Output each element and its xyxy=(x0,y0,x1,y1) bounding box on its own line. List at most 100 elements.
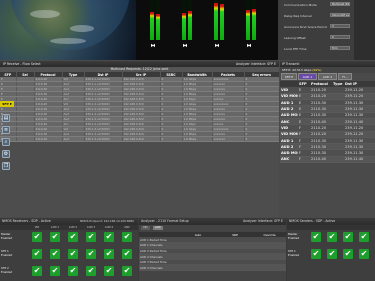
tab-more[interactable]: Fl... xyxy=(338,73,352,80)
check-icon[interactable]: ✔ xyxy=(50,232,60,242)
channel-label: AUD 3 xyxy=(86,226,96,229)
phase-icon: ⧓ xyxy=(150,43,156,49)
ip-transmit-panel: IP Transmit SFP E: 22.513 Gbps (99%) SFP… xyxy=(280,61,375,217)
nmos-senders-panel: NMOS Senders - SDP - Active Master Enabl… xyxy=(287,218,375,281)
table-row[interactable]: E2110-30Aud239.1.3.xx(5000)192.168.0.4(0… xyxy=(0,136,279,143)
setting-value[interactable]: Using GM value xyxy=(330,13,350,17)
meter-bar xyxy=(150,0,154,40)
format-setup-panel: Analyzer - 2110 Format Setup Analyzer In… xyxy=(139,218,286,281)
check-icon[interactable]: ✔ xyxy=(68,249,78,259)
row-label: STP 1 Enabled xyxy=(288,249,300,257)
meter-bar xyxy=(252,0,256,40)
table-cell: 2110-30 xyxy=(34,136,63,143)
format-table: Auto SDP Override AUD 1 Packet Time AUD 1… xyxy=(139,232,286,272)
check-icon[interactable]: ✔ xyxy=(50,266,60,276)
format-table-wrap: Auto SDP Override AUD 1 Packet Time AUD 1… xyxy=(139,232,286,272)
check-icon[interactable]: ✔ xyxy=(343,249,353,259)
check-icon[interactable]: ✔ xyxy=(32,266,42,276)
panel-title: NMOS Receivers - SDP - Active xyxy=(2,219,51,223)
phase-icon: ⧓ xyxy=(214,43,220,49)
table-cell xyxy=(16,136,35,143)
flow-table: SFP Sel Protocol Type Dst IP Src IP SSRC… xyxy=(0,72,279,143)
row-label: STP 2 Enabled xyxy=(1,266,13,274)
setting-label: Communication Mode xyxy=(284,3,317,7)
check-icon[interactable]: ✔ xyxy=(104,266,114,276)
format-table-body: AUD 1 Packet Time AUD 1 Channels AUD 2 Pac… xyxy=(139,237,286,272)
table-cell: ANC xyxy=(280,156,298,164)
audio-meters: ⧓ ⧓ ⧓ ⧓ xyxy=(136,0,278,60)
tab-sfp-e[interactable]: SFP E xyxy=(281,73,297,80)
table-cell: xxxxxxx xyxy=(212,136,245,143)
setting-value[interactable]: 0 xyxy=(330,35,350,39)
table-cell: 0 xyxy=(244,136,279,143)
check-icon[interactable]: ✔ xyxy=(343,232,353,242)
table-cell: 2110-40 xyxy=(310,156,332,164)
check-icon[interactable]: ✔ xyxy=(104,249,114,259)
check-icon[interactable]: ✔ xyxy=(311,232,321,242)
panel-title: IP Receive - Flow Select xyxy=(3,62,41,66)
check-icon[interactable]: ✔ xyxy=(122,232,132,242)
check-icon[interactable]: ✔ xyxy=(327,249,337,259)
setting-value[interactable]: Tom xyxy=(330,46,350,50)
channel-label: ANC xyxy=(124,226,130,229)
bandwidth-text: SFP E: 22.513 Gbps xyxy=(282,68,312,72)
table-cell: F xyxy=(298,156,310,164)
meter-bar xyxy=(220,0,224,40)
table-cell: 0 xyxy=(160,136,183,143)
check-icon[interactable]: ✔ xyxy=(68,232,78,242)
check-icon[interactable]: ✔ xyxy=(86,266,96,276)
stp1-enabled-row: STP 1 Enabled ✔ ✔ ✔ ✔ xyxy=(287,248,375,261)
transmit-table-wrap: SFP Protocol Type Dst IP VID E 2110-20 239.… xyxy=(280,81,375,164)
check-icon[interactable]: ✔ xyxy=(359,249,369,259)
panel-header: NMOS Receivers - SDP - Active NMOS Endpo… xyxy=(0,218,138,225)
channel-label: AUD 1 xyxy=(50,226,60,229)
stp1-enabled-row: STP 1 Enabled ✔ ✔ ✔ ✔ ✔ ✔ xyxy=(0,248,138,261)
flow-select-panel: IP Receive - Flow Select Analyzer Interf… xyxy=(0,61,279,217)
interface-label: Analyzer Interface: SFP E xyxy=(242,219,283,223)
master-enabled-row: Master Enabled ✔ ✔ ✔ ✔ ✔ ✔ xyxy=(0,231,138,244)
setting-label: Local PTP Time xyxy=(284,47,307,51)
check-icon[interactable]: ✔ xyxy=(327,232,337,242)
transmit-table: SFP Protocol Type Dst IP VID E 2110-20 239.… xyxy=(280,81,375,164)
check-icon[interactable]: ✔ xyxy=(122,249,132,259)
setting-value[interactable]: 3 xyxy=(330,24,350,28)
check-icon[interactable]: ✔ xyxy=(86,232,96,242)
check-icon[interactable]: ✔ xyxy=(311,249,321,259)
table-cell: 239.11.40 xyxy=(344,156,375,164)
side-toolbar: ▤ ≡ ⌕ ⚙ ❐ xyxy=(0,100,12,180)
check-icon[interactable]: ✔ xyxy=(359,232,369,242)
tab-vid[interactable]: VID xyxy=(141,226,150,230)
setting-value[interactable]: Multicast (E2E) xyxy=(330,2,350,6)
panel-header: NMOS Senders - SDP - Active xyxy=(287,218,375,225)
check-icon[interactable]: ✔ xyxy=(32,232,42,242)
tab-aud[interactable]: AUD xyxy=(153,226,163,230)
phase-icon: ⧓ xyxy=(246,43,252,49)
table-cell: 192.168.0.4(0) xyxy=(122,136,161,143)
transmit-table-body: VID E 2110-20 239.11.20 VID MON E 2110-20 239.1… xyxy=(280,87,375,164)
check-icon[interactable]: ✔ xyxy=(50,249,60,259)
check-icon[interactable]: ✔ xyxy=(68,266,78,276)
tab-bar: SFP E AUD 1 AUD 2 Fl... xyxy=(280,73,375,80)
nmos-endpoint: NMOS Endpoint: 192.168.10.100:8080 xyxy=(80,219,134,223)
doc-icon[interactable]: ▤ xyxy=(2,114,10,122)
check-icon[interactable]: ✔ xyxy=(86,249,96,259)
check-icon[interactable]: ✔ xyxy=(122,266,132,276)
tab-aud-2[interactable]: AUD 2 xyxy=(318,73,337,80)
nmos-receivers-panel: NMOS Receivers - SDP - Active NMOS Endpo… xyxy=(0,218,138,281)
panel-title: IP Transmit xyxy=(282,62,300,66)
search-icon[interactable]: ⌕ xyxy=(2,138,10,146)
check-icon[interactable]: ✔ xyxy=(32,249,42,259)
channel-header-row: VID AUD 1 AUD 2 AUD 3 AUD 4 ANC xyxy=(0,225,138,230)
table-row[interactable]: AUD 3 Channels xyxy=(139,264,286,272)
table-cell xyxy=(253,264,286,272)
table-cell xyxy=(332,156,344,164)
table-cell: 1.0 Mbps xyxy=(182,136,213,143)
copy-icon[interactable]: ❐ xyxy=(2,162,10,170)
table-row[interactable]: ANC F 2110-40 239.11.40 xyxy=(280,156,375,164)
tab-aud-1[interactable]: AUD 1 xyxy=(298,73,317,80)
empty-area xyxy=(0,153,279,217)
list-icon[interactable]: ≡ xyxy=(2,126,10,134)
row-label: STP 1 Enabled xyxy=(1,249,13,257)
settings-icon[interactable]: ⚙ xyxy=(2,150,10,158)
check-icon[interactable]: ✔ xyxy=(104,232,114,242)
